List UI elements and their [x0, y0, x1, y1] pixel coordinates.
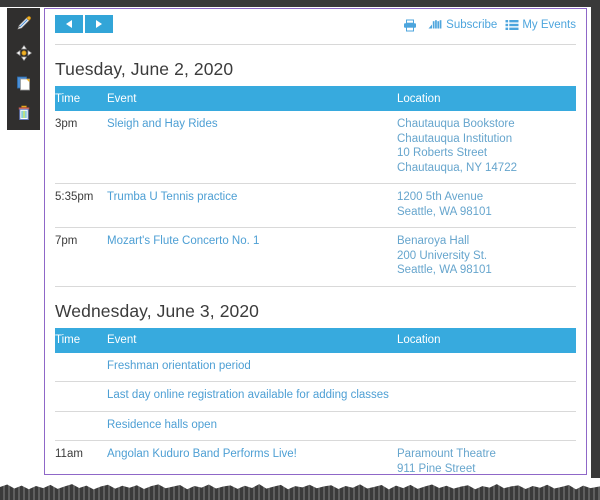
- table-row: 7pm Mozart's Flute Concerto No. 1 Benaroya…: [55, 227, 576, 287]
- location-line: 1200 5th Avenue: [397, 191, 484, 203]
- day-section: Wednesday, June 3, 2020 Time Event Location…: [55, 287, 576, 475]
- event-location: Benaroya Hall 200 University St. Seattle, …: [397, 227, 576, 287]
- subscribe-icon: [428, 19, 443, 31]
- table-header-row: Time Event Location: [55, 327, 576, 353]
- event-location: Paramount Theatre911 Pine StreetSeattle,…: [397, 440, 576, 475]
- location-line: Chautauqua Bookstore: [397, 118, 515, 130]
- event-title-cell: Last day online registration available f…: [107, 381, 397, 412]
- delete-tool-button[interactable]: [7, 98, 40, 128]
- column-header-event: Event: [107, 86, 397, 111]
- location-line: 911 Pine Street: [397, 462, 476, 475]
- event-link[interactable]: Mozart's Flute Concerto No. 1: [107, 235, 259, 247]
- chevron-right-icon: [96, 20, 102, 28]
- app-root: Subscribe My Events Tuesday, June 2, 202…: [0, 0, 600, 500]
- trash-icon: [15, 104, 33, 122]
- edit-icon: [15, 14, 33, 32]
- column-header-location: Location: [397, 86, 576, 111]
- event-time: 7pm: [55, 227, 107, 287]
- location-line: Seattle, WA 98101: [397, 205, 492, 218]
- table-row: Last day online registration available f…: [55, 381, 576, 412]
- day-sections: Tuesday, June 2, 2020 Time Event Location 3p…: [45, 45, 586, 475]
- event-location: [397, 411, 576, 441]
- day-section: Tuesday, June 2, 2020 Time Event Location 3p…: [55, 45, 576, 287]
- print-icon: [403, 19, 417, 32]
- event-link[interactable]: Sleigh and Hay Rides: [107, 118, 218, 130]
- location-line: Seattle, WA 98101: [397, 264, 492, 276]
- event-time: [55, 352, 107, 382]
- event-time: 5:35pm: [55, 183, 107, 228]
- event-location: 1200 5th Avenue Seattle, WA 98101: [397, 183, 576, 228]
- events-table: Time Event Location 3pm Sleigh and Hay Rides…: [55, 86, 576, 287]
- location-line: Chautauqua Institution: [397, 132, 513, 145]
- print-button[interactable]: [403, 19, 420, 32]
- calendar-toolbar: Subscribe My Events: [55, 14, 576, 45]
- event-time: 3pm: [55, 111, 107, 184]
- event-time: 11am: [55, 440, 107, 474]
- window-frame-right: [591, 0, 600, 500]
- event-link[interactable]: Trumba U Tennis practice: [107, 191, 237, 203]
- events-table: Time Event Location Freshman orientation pe…: [55, 327, 576, 475]
- copy-tool-button[interactable]: [7, 68, 40, 98]
- event-time: [55, 381, 107, 412]
- move-tool-button[interactable]: [7, 38, 40, 68]
- my-events-label: My Events: [522, 19, 576, 31]
- event-location: [397, 352, 576, 382]
- day-heading: Tuesday, June 2, 2020: [55, 59, 234, 79]
- column-header-time: Time: [55, 86, 107, 111]
- event-title-cell: Freshman orientation period: [107, 352, 397, 382]
- event-title-cell: Trumba U Tennis practice: [107, 183, 397, 228]
- table-row: 5:35pm Trumba U Tennis practice 1200 5th A…: [55, 183, 576, 228]
- navigation-buttons: [55, 15, 113, 33]
- event-location: [397, 381, 576, 412]
- location-line: Paramount Theatre: [397, 448, 496, 460]
- edit-tool-button[interactable]: [7, 8, 40, 38]
- table-row: Residence halls open: [55, 411, 576, 441]
- move-icon: [15, 44, 33, 62]
- table-row: 3pm Sleigh and Hay Rides Chautauqua Bookst…: [55, 111, 576, 184]
- location-line: 10 Roberts Street: [397, 147, 488, 159]
- toolbar-actions: Subscribe My Events: [403, 14, 576, 36]
- subscribe-button[interactable]: Subscribe: [428, 19, 497, 31]
- torn-edge: [0, 484, 600, 500]
- my-events-button[interactable]: My Events: [505, 19, 576, 31]
- table-row: 11am Angolan Kuduro Band Performs Live! Pa…: [55, 440, 576, 475]
- calendar-panel: Subscribe My Events Tuesday, June 2, 202…: [44, 8, 587, 475]
- event-time: [55, 411, 107, 441]
- copy-icon: [15, 74, 33, 92]
- previous-period-button[interactable]: [55, 15, 83, 33]
- editor-toolstrip: [7, 8, 40, 130]
- event-link[interactable]: Angolan Kuduro Band Performs Live!: [107, 448, 297, 460]
- location-line: 200 University St.: [397, 249, 488, 262]
- event-link[interactable]: Residence halls open: [107, 419, 217, 431]
- event-title-cell: Sleigh and Hay Rides: [107, 111, 397, 184]
- event-title-cell: Angolan Kuduro Band Performs Live!: [107, 440, 397, 474]
- event-title-cell: Mozart's Flute Concerto No. 1: [107, 227, 397, 287]
- chevron-left-icon: [66, 20, 72, 28]
- day-heading: Wednesday, June 3, 2020: [55, 300, 260, 321]
- window-frame-bottom: [0, 478, 600, 500]
- event-link[interactable]: Last day online registration available f…: [107, 389, 389, 401]
- column-header-location: Location: [397, 327, 576, 353]
- next-period-button[interactable]: [85, 15, 113, 33]
- location-line: Chautauqua, NY 14722: [397, 161, 517, 174]
- table-row: Freshman orientation period: [55, 352, 576, 382]
- event-title-cell: Residence halls open: [107, 411, 397, 441]
- window-frame-top: [0, 0, 600, 7]
- location-line: Benaroya Hall: [397, 235, 470, 247]
- my-events-icon: [505, 19, 519, 31]
- event-link[interactable]: Freshman orientation period: [107, 360, 251, 372]
- subscribe-label: Subscribe: [446, 19, 498, 31]
- event-location: Chautauqua Bookstore Chautauqua Instituti…: [397, 111, 576, 184]
- column-header-time: Time: [55, 327, 107, 353]
- table-header-row: Time Event Location: [55, 86, 576, 111]
- column-header-event: Event: [107, 327, 397, 353]
